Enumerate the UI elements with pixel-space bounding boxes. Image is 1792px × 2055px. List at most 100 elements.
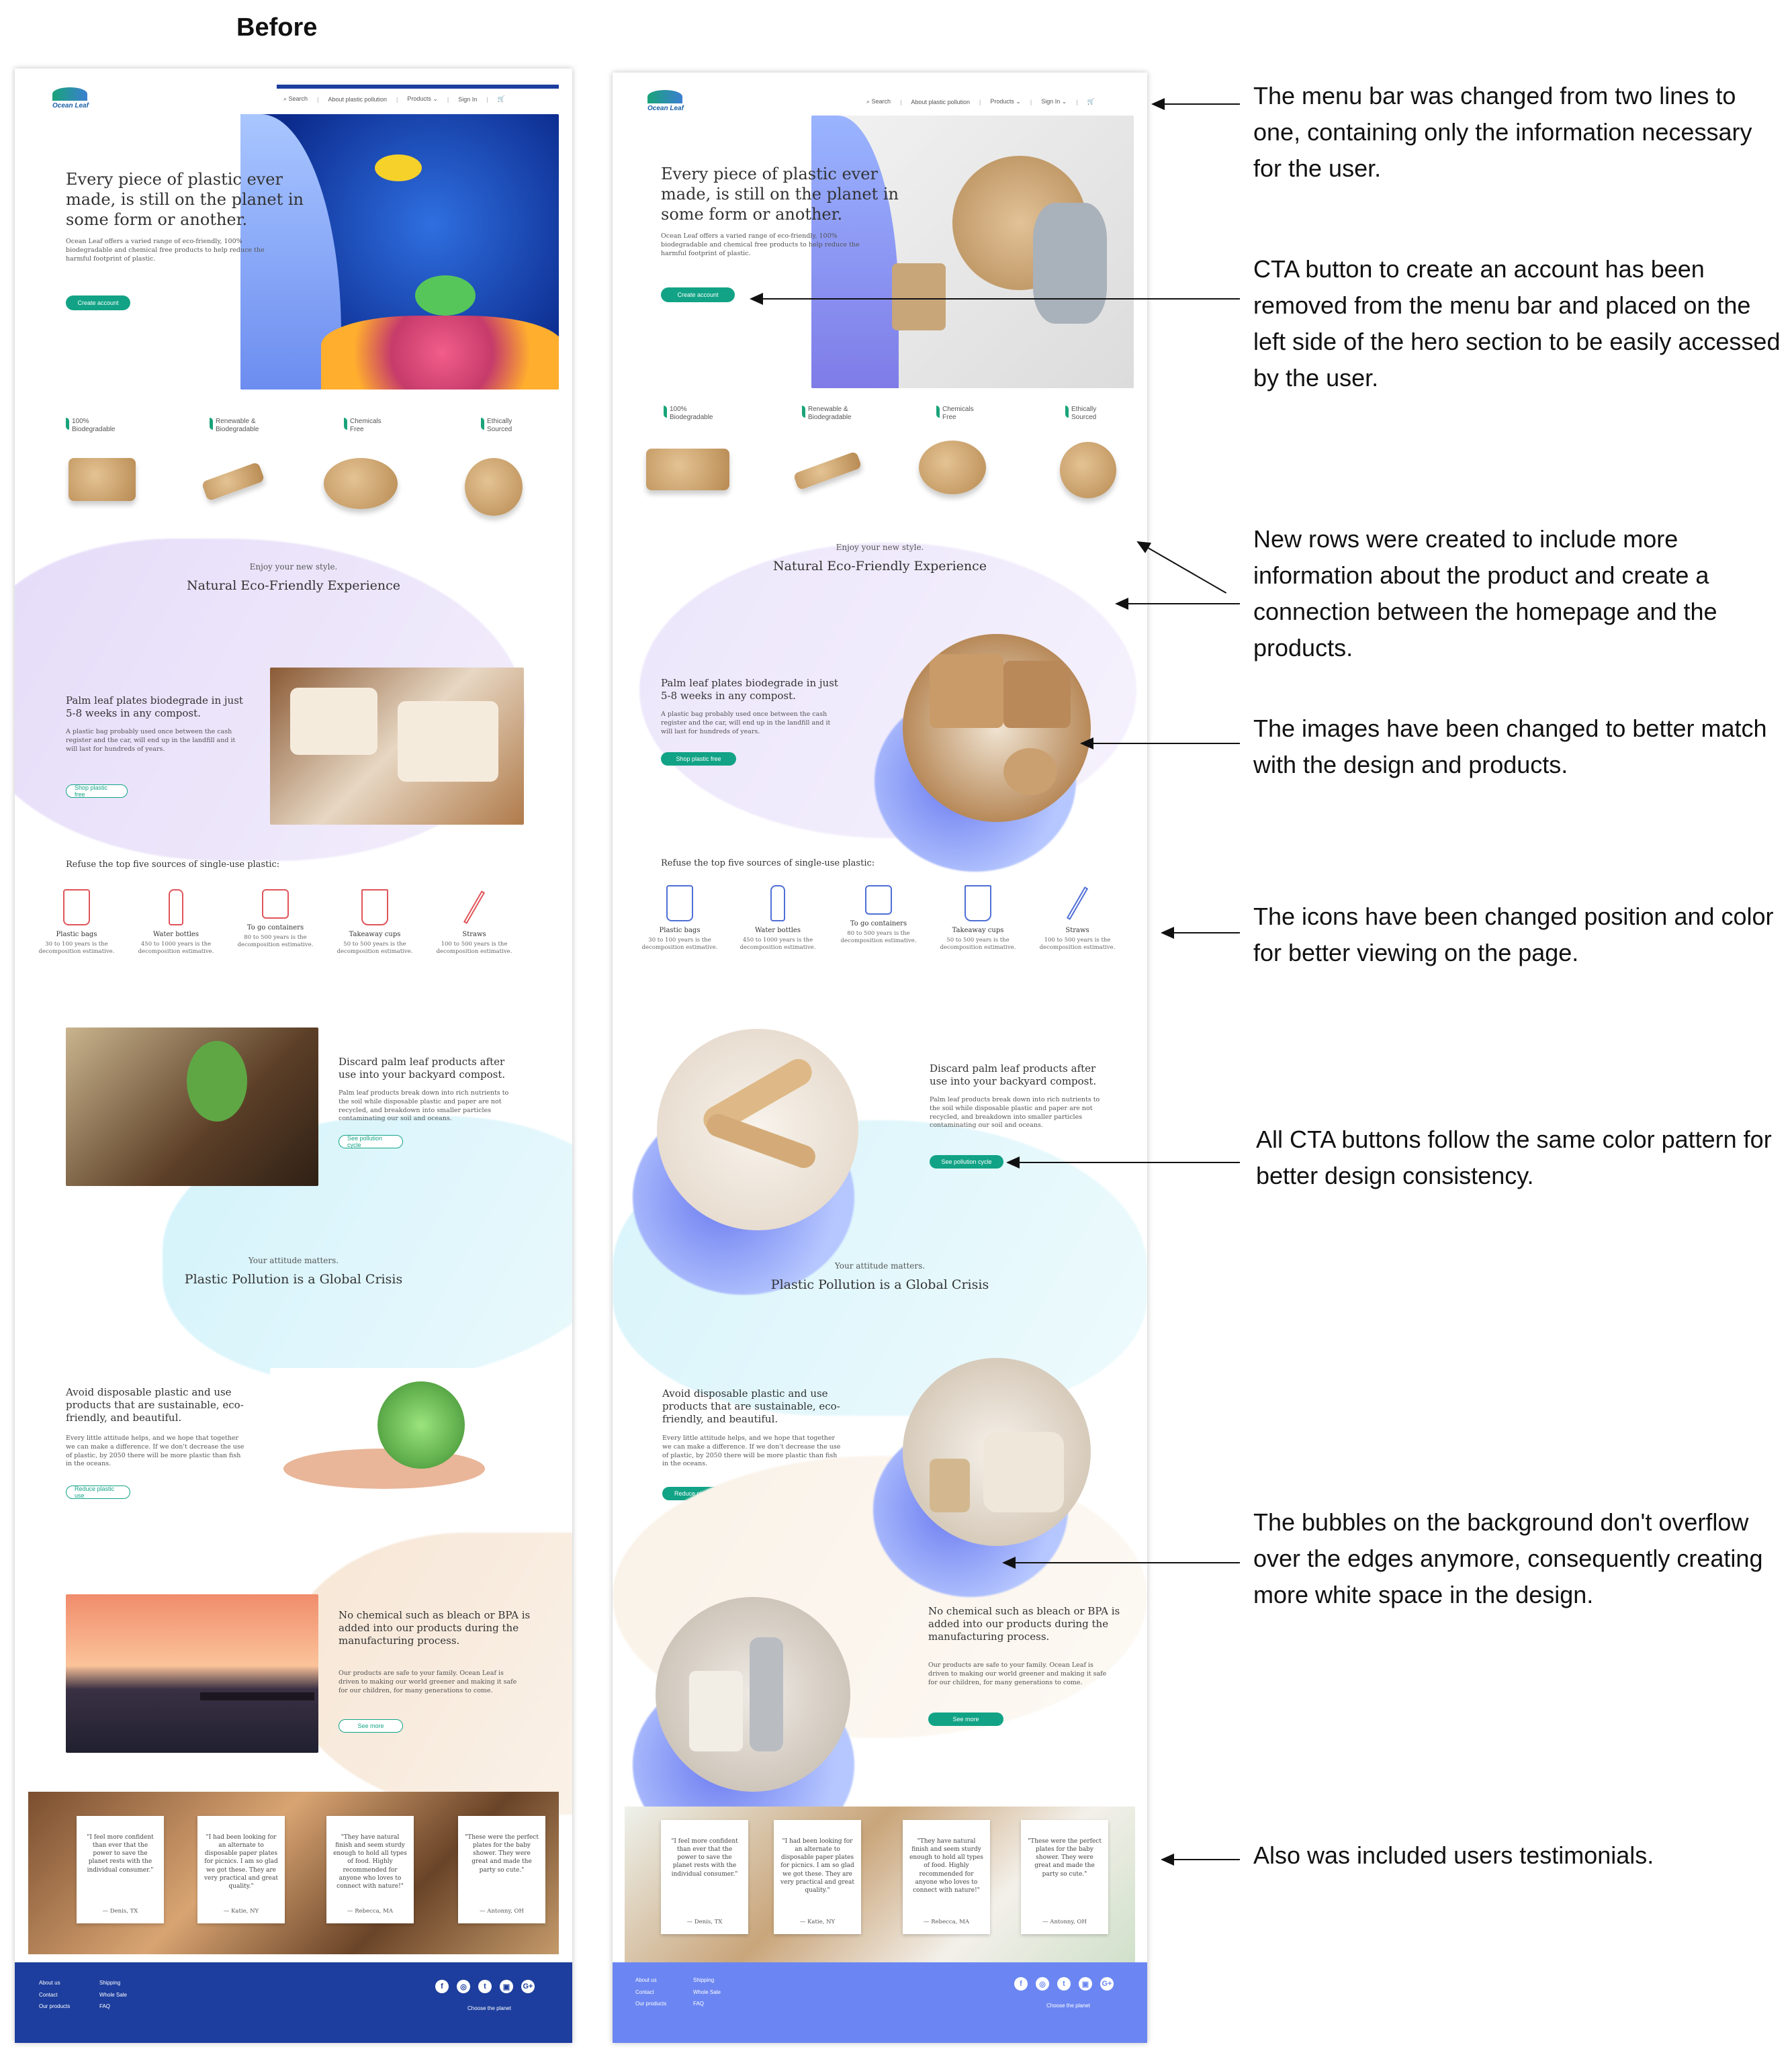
logo[interactable]: Ocean Leaf (52, 87, 89, 109)
social-links: f ◎ t ▣ G+ (1014, 1977, 1114, 1991)
attitude-section: Your attitude matters. Plastic Pollution… (184, 1256, 403, 1287)
discard-body: Palm leaf products break down into rich … (339, 1089, 509, 1123)
sunset-pier-image (66, 1594, 318, 1753)
feature-renewable: Renewable & Biodegradable (210, 418, 269, 434)
see-pollution-cycle-button[interactable]: See pollution cycle (930, 1155, 1003, 1169)
product-bowl[interactable] (1060, 442, 1116, 498)
footer-links-2: Shipping Whole Sale FAQ (693, 1974, 721, 2010)
product-cutlery[interactable] (201, 461, 265, 502)
instagram-icon[interactable]: ◎ (457, 1980, 470, 1993)
annotation-arrow (1115, 598, 1240, 610)
facebook-icon[interactable]: f (435, 1980, 449, 1993)
footer-links-1: About us Contact Our products (635, 1974, 666, 2010)
footer-link[interactable]: About us (39, 1977, 70, 1989)
products-menu[interactable]: Products ⌄ (990, 98, 1021, 105)
palm-body: A plastic bag probably used once between… (661, 711, 831, 735)
testimonial-card: "I had been looking for an alternate to … (197, 1816, 285, 1923)
testimonial-card: "I feel more confident than ever that th… (661, 1820, 748, 1934)
source-takeaway-cups: Takeaway cups 50 to 500 years is the deco… (938, 885, 1018, 952)
source-plastic-bags: Plastic bags 30 to 100 years is the decom… (639, 885, 720, 952)
facebook-icon[interactable]: f (1014, 1977, 1028, 1991)
menu-bar: ⌕ Search | About plastic pollution | Pro… (866, 98, 1095, 105)
enjoy-section: Enjoy your new style. Natural Eco-Friend… (186, 562, 401, 593)
footer-link[interactable]: FAQ (99, 2001, 127, 2013)
youtube-icon[interactable]: ▣ (1079, 1977, 1092, 1991)
seedling-image (66, 1028, 318, 1186)
annotation-arrow (750, 293, 1240, 305)
product-round-plates[interactable] (919, 441, 986, 494)
product-round-plates[interactable] (324, 458, 398, 509)
source-straws: Straws 100 to 500 years is the decomposit… (434, 889, 514, 956)
see-more-button[interactable]: See more (928, 1712, 1003, 1726)
about-link[interactable]: About plastic pollution (911, 99, 970, 105)
feature-ethically-sourced: Ethically Sourced (481, 418, 527, 434)
source-water-bottles: Water bottles 450 to 1000 years is the de… (136, 889, 216, 956)
see-more-button[interactable]: See more (339, 1719, 403, 1733)
water-bottle-icon (169, 889, 183, 925)
signin-link[interactable]: Sign In ⌄ (1041, 98, 1067, 105)
search-link[interactable]: ⌕ Search (866, 98, 891, 105)
attitude-section: Your attitude matters. Plastic Pollution… (770, 1261, 989, 1292)
signin-link[interactable]: Sign In (458, 96, 477, 103)
feature-ethically-sourced: Ethically Sourced (1065, 406, 1112, 422)
footer-link[interactable]: Our products (39, 2001, 70, 2013)
leaf-icon (481, 418, 484, 430)
annotation-arrow (1080, 737, 1240, 749)
shop-plastic-free-button[interactable]: Shop plastic free (661, 752, 736, 766)
footer-link[interactable]: About us (635, 1974, 666, 1986)
discard-title: Discard palm leaf products after use int… (930, 1062, 1097, 1087)
products-menu[interactable]: Products ⌄ (407, 95, 438, 103)
cart-icon[interactable]: 🛒 (1087, 98, 1095, 105)
see-pollution-cycle-button[interactable]: See pollution cycle (339, 1135, 403, 1148)
create-account-button[interactable]: Create account (661, 287, 735, 302)
annotation-icons: The icons have been changed position and… (1253, 903, 1774, 966)
logo[interactable]: Ocean Leaf (647, 90, 684, 112)
palm-title: Palm leaf plates biodegrade in just 5-8 … (66, 694, 243, 719)
instagram-icon[interactable]: ◎ (1036, 1977, 1049, 1991)
container-icon (262, 889, 289, 919)
leaf-icon (66, 418, 69, 430)
testimonial-card: "They have natural finish and seem sturd… (903, 1820, 990, 1934)
logo-waves-icon (52, 87, 87, 101)
menu-bar: ⌕ Search | About plastic pollution | Pro… (283, 95, 505, 103)
water-bottle-icon (770, 885, 785, 921)
palm-food-image (270, 668, 524, 825)
annotation-arrow (1006, 1156, 1240, 1169)
discard-body: Palm leaf products break down into rich … (930, 1096, 1100, 1130)
shop-plastic-free-button[interactable]: Shop plastic free (66, 784, 128, 798)
chemical-body: Our products are safe to your family. Oc… (339, 1670, 517, 1694)
footer-link[interactable]: Whole Sale (693, 1986, 721, 1999)
youtube-icon[interactable]: ▣ (500, 1980, 513, 1993)
annotation-cta: CTA button to create an account has been… (1253, 255, 1781, 392)
footer-links-1: About us Contact Our products (39, 1977, 70, 2013)
about-link[interactable]: About plastic pollution (328, 96, 387, 103)
product-cutlery[interactable] (793, 451, 862, 491)
footer-link[interactable]: Shipping (693, 1974, 721, 1986)
footer-link[interactable]: Whole Sale (99, 1989, 127, 2001)
footer-link[interactable]: Contact (39, 1989, 70, 2001)
product-bowl[interactable] (465, 458, 523, 516)
testimonial-card: "I had been looking for an alternate to … (774, 1820, 861, 1934)
palm-plates-image (903, 634, 1091, 822)
reduce-plastic-use-button[interactable]: Reduce plastic use (66, 1486, 130, 1499)
footer-tagline: Choose the planet (467, 2005, 511, 2011)
footer-link[interactable]: FAQ (693, 1998, 721, 2010)
feature-renewable: Renewable & Biodegradable (802, 406, 862, 422)
annotation-cta-colors: All CTA buttons follow the same color pa… (1256, 1126, 1772, 1189)
footer-link[interactable]: Our products (635, 1998, 666, 2010)
refuse-title: Refuse the top five sources of single-us… (66, 860, 280, 870)
hands-globe-image (270, 1368, 525, 1516)
search-link[interactable]: ⌕ Search (283, 95, 308, 103)
google-plus-icon[interactable]: G+ (521, 1980, 535, 1993)
footer-link[interactable]: Shipping (99, 1977, 127, 1989)
twitter-icon[interactable]: t (1057, 1977, 1071, 1991)
create-account-button[interactable]: Create account (66, 295, 130, 310)
container-icon (865, 885, 892, 915)
twitter-icon[interactable]: t (478, 1980, 492, 1993)
google-plus-icon[interactable]: G+ (1100, 1977, 1114, 1991)
cart-icon[interactable]: 🛒 (498, 95, 505, 103)
footer-link[interactable]: Contact (635, 1986, 666, 1999)
product-plates[interactable] (646, 449, 729, 490)
before-caption: Before (236, 13, 318, 42)
product-plates[interactable] (69, 458, 136, 501)
